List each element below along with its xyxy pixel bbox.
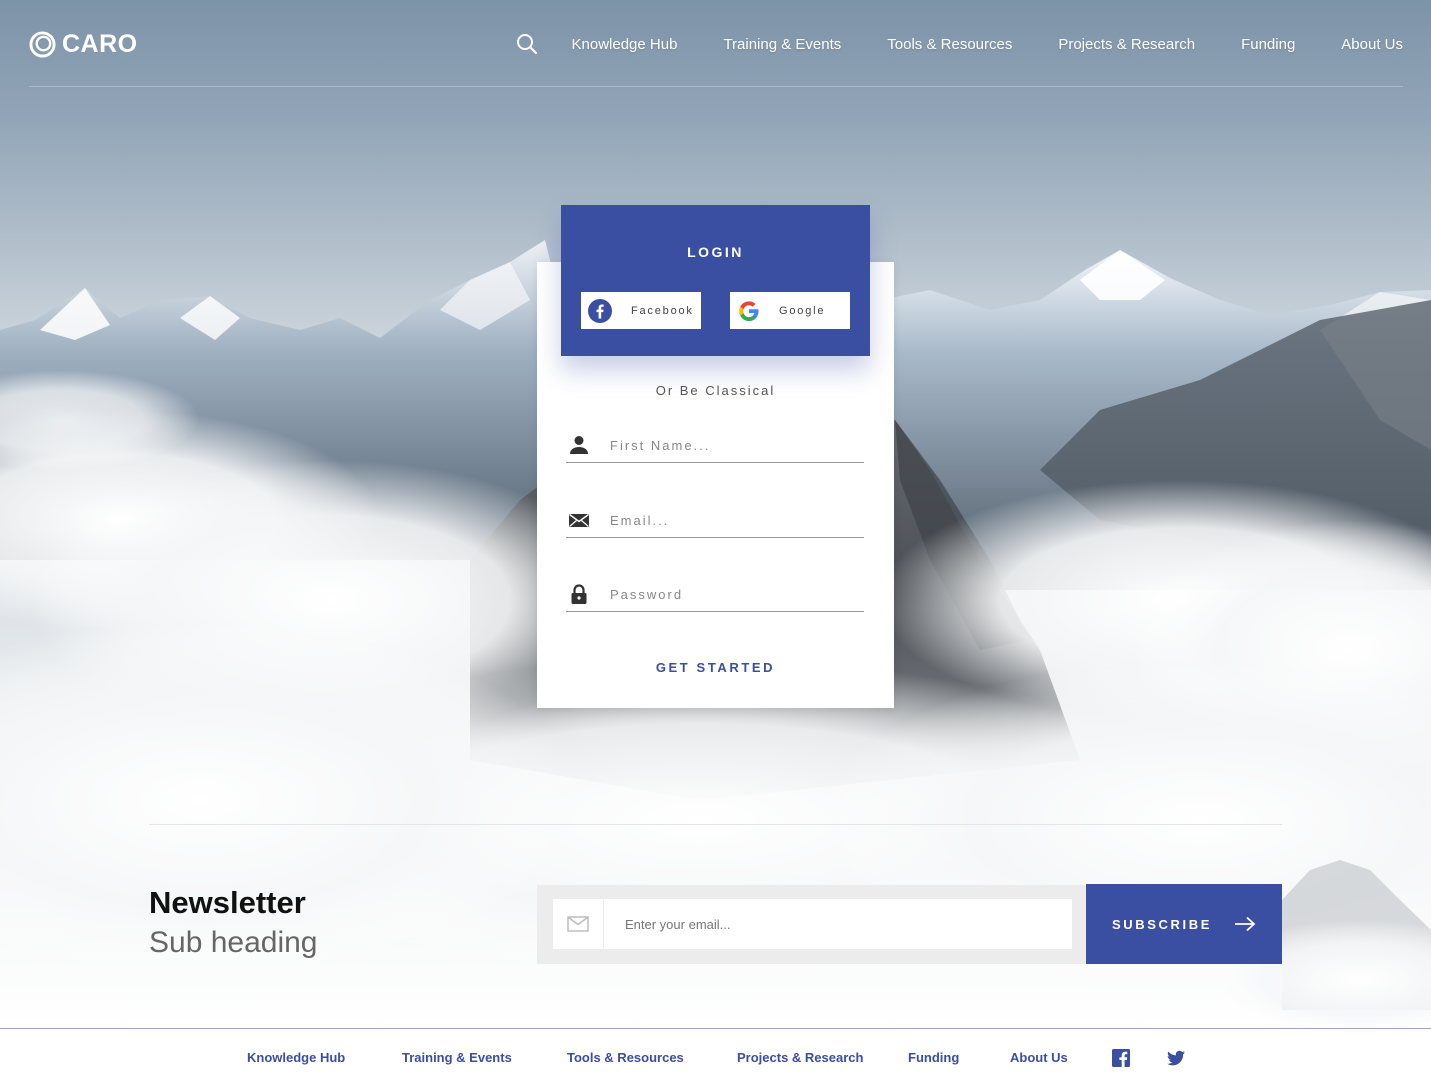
envelope-icon [567,916,589,932]
footer-link-projects-research[interactable]: Projects & Research [737,1050,863,1065]
email-input[interactable] [610,508,860,532]
facebook-icon [588,298,612,323]
newsletter-title: Newsletter [149,885,306,920]
nav-item-about-us[interactable]: About Us [1341,36,1403,53]
subscribe-button[interactable]: SUBSCRIBE [1086,884,1282,964]
footer-link-funding[interactable]: Funding [908,1050,959,1065]
email-field [566,506,864,538]
first-name-field [566,431,864,463]
lock-icon [571,584,587,604]
twitter-icon[interactable] [1166,1048,1186,1068]
logo-mark-icon [29,30,56,58]
brand-logo[interactable]: CARO [29,30,138,58]
user-icon [570,436,588,454]
arrow-right-icon [1234,916,1256,932]
first-name-input[interactable] [610,433,860,457]
newsletter-form [537,885,1086,964]
search-icon[interactable] [516,33,538,55]
envelope-icon [569,513,589,527]
site-footer: Knowledge Hub Training & Events Tools & … [0,1028,1431,1091]
facebook-icon[interactable] [1111,1048,1131,1068]
login-title: LOGIN [687,244,744,260]
nav-item-funding[interactable]: Funding [1241,36,1295,53]
newsletter-icon-cell [553,899,603,949]
google-icon [739,300,759,321]
password-input[interactable] [610,582,860,606]
facebook-label: Facebook [631,304,694,317]
nav-item-tools-resources[interactable]: Tools & Resources [887,36,1012,53]
newsletter-subheading: Sub heading [149,926,318,959]
get-started-button[interactable]: GET STARTED [537,660,894,675]
footer-link-training-events[interactable]: Training & Events [402,1050,512,1065]
site-header: CARO Knowledge Hub Training & Events Too… [29,0,1403,87]
main-nav: Knowledge Hub Training & Events Tools & … [516,33,1403,55]
nav-item-knowledge-hub[interactable]: Knowledge Hub [572,36,678,53]
nav-item-training-events[interactable]: Training & Events [723,36,841,53]
footer-link-about-us[interactable]: About Us [1010,1050,1068,1065]
newsletter-input-cell [604,899,1072,949]
brand-name: CARO [62,29,138,58]
footer-link-tools-resources[interactable]: Tools & Resources [567,1050,684,1065]
nav-item-projects-research[interactable]: Projects & Research [1058,36,1195,53]
or-divider-text: Or Be Classical [655,383,776,398]
newsletter-email-input[interactable] [625,912,1055,936]
google-login-button[interactable]: Google [730,292,850,329]
facebook-login-button[interactable]: Facebook [581,292,701,329]
login-header-panel: LOGIN Facebook Google [561,205,870,356]
section-divider [149,824,1282,825]
subscribe-label: SUBSCRIBE [1112,916,1212,932]
password-field [566,580,864,612]
footer-link-knowledge-hub[interactable]: Knowledge Hub [247,1050,345,1065]
google-label: Google [779,304,826,317]
